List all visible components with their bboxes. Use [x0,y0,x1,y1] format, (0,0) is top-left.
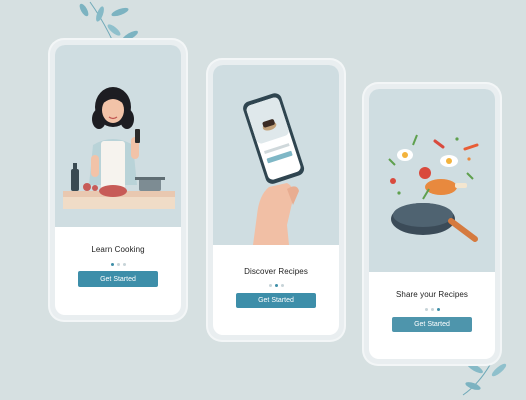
screen-title: Discover Recipes [244,267,308,276]
pagination-dot[interactable] [436,308,440,311]
phone-screen: Share your Recipes Get Started [369,89,495,359]
pagination-dot[interactable] [280,284,284,287]
screen-title: Learn Cooking [91,245,145,254]
phone-screen: Discover Recipes Get Started [213,65,339,335]
illustration-area [369,89,495,272]
get-started-button[interactable]: Get Started [392,317,472,332]
get-started-button[interactable]: Get Started [78,271,158,287]
onboarding-phone-1: Learn Cooking Get Started [50,40,186,320]
illustration-area [213,65,339,245]
chef-woman-illustration [63,87,175,209]
screen-title: Share your Recipes [395,290,469,299]
pagination-dot[interactable] [110,263,114,266]
pagination-dot[interactable] [274,284,278,287]
flying-food-pan-illustration [388,134,479,242]
get-started-button[interactable]: Get Started [236,293,316,308]
pagination-dot[interactable] [424,308,428,311]
illustration-area [55,45,181,227]
phone-screen: Learn Cooking Get Started [55,45,181,315]
pagination-dot[interactable] [116,263,120,266]
onboarding-phone-3: Share your Recipes Get Started [364,84,500,364]
pagination-dot[interactable] [268,284,272,287]
phone-in-hand-illustration [243,93,305,245]
pagination-dots [369,308,495,311]
pagination-dot[interactable] [122,263,126,266]
pagination-dot[interactable] [430,308,434,311]
pagination-dots [213,284,339,287]
pagination-dots [55,263,181,266]
onboarding-phone-2: Discover Recipes Get Started [208,60,344,340]
